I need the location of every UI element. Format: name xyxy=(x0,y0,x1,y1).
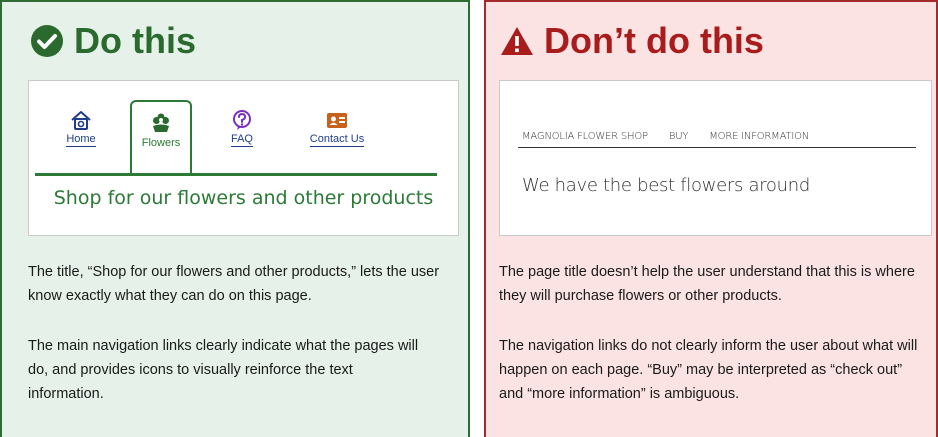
bad-nav-shop-link[interactable]: MAGNOLIA FLOWER SHOP xyxy=(522,131,648,142)
bad-heading-label: Don’t do this xyxy=(544,20,764,61)
bad-explanation-1: The page title doesn’t help the user und… xyxy=(499,264,915,304)
nav-underline xyxy=(35,173,437,176)
good-explanation-1: The title, “Shop for our flowers and oth… xyxy=(28,264,440,304)
nav-flowers-tab[interactable]: Flowers xyxy=(130,100,192,174)
bad-nav-buy-link[interactable]: BUY xyxy=(669,131,689,142)
nav-contact-link[interactable]: Contact Us xyxy=(292,109,382,147)
bad-nav-more-link[interactable]: MORE INFORMATION xyxy=(709,131,809,142)
nav-flowers-label: Flowers xyxy=(141,137,181,149)
good-heading-label: Do this xyxy=(74,20,196,61)
home-icon xyxy=(71,111,91,130)
good-page-title: Shop for our flowers and other products xyxy=(53,187,434,209)
nav-contact-label: Contact Us xyxy=(309,133,365,147)
good-site-mockup: Home Flowers FAQ Contact Us Shop for our… xyxy=(28,80,459,236)
nav-home-link[interactable]: Home xyxy=(61,109,101,147)
bad-explanation-2: The navigation links do not clearly info… xyxy=(499,338,918,402)
bad-site-mockup: MAGNOLIA FLOWER SHOP BUY MORE INFORMATIO… xyxy=(499,80,932,236)
contact-card-icon xyxy=(327,113,347,128)
flower-icon xyxy=(153,113,169,132)
good-explanation-2: The main navigation links clearly indica… xyxy=(28,338,419,402)
nav-home-label: Home xyxy=(66,133,96,147)
good-example-panel: Do this Home Flowers FAQ Contact Us Shop… xyxy=(0,0,470,437)
good-heading: Do this xyxy=(30,20,196,62)
bad-nav-bar: MAGNOLIA FLOWER SHOP BUY MORE INFORMATIO… xyxy=(522,131,827,142)
bad-page-title: We have the best flowers around xyxy=(522,175,810,196)
bad-heading: Don’t do this xyxy=(500,20,764,62)
nav-faq-link[interactable]: FAQ xyxy=(222,109,262,147)
warning-icon xyxy=(501,27,533,55)
bad-example-panel: Don’t do this MAGNOLIA FLOWER SHOP BUY M… xyxy=(484,0,938,437)
question-icon xyxy=(233,110,251,130)
nav-faq-label: FAQ xyxy=(230,133,253,147)
check-circle-icon xyxy=(31,25,63,57)
bad-nav-underline xyxy=(518,147,916,148)
